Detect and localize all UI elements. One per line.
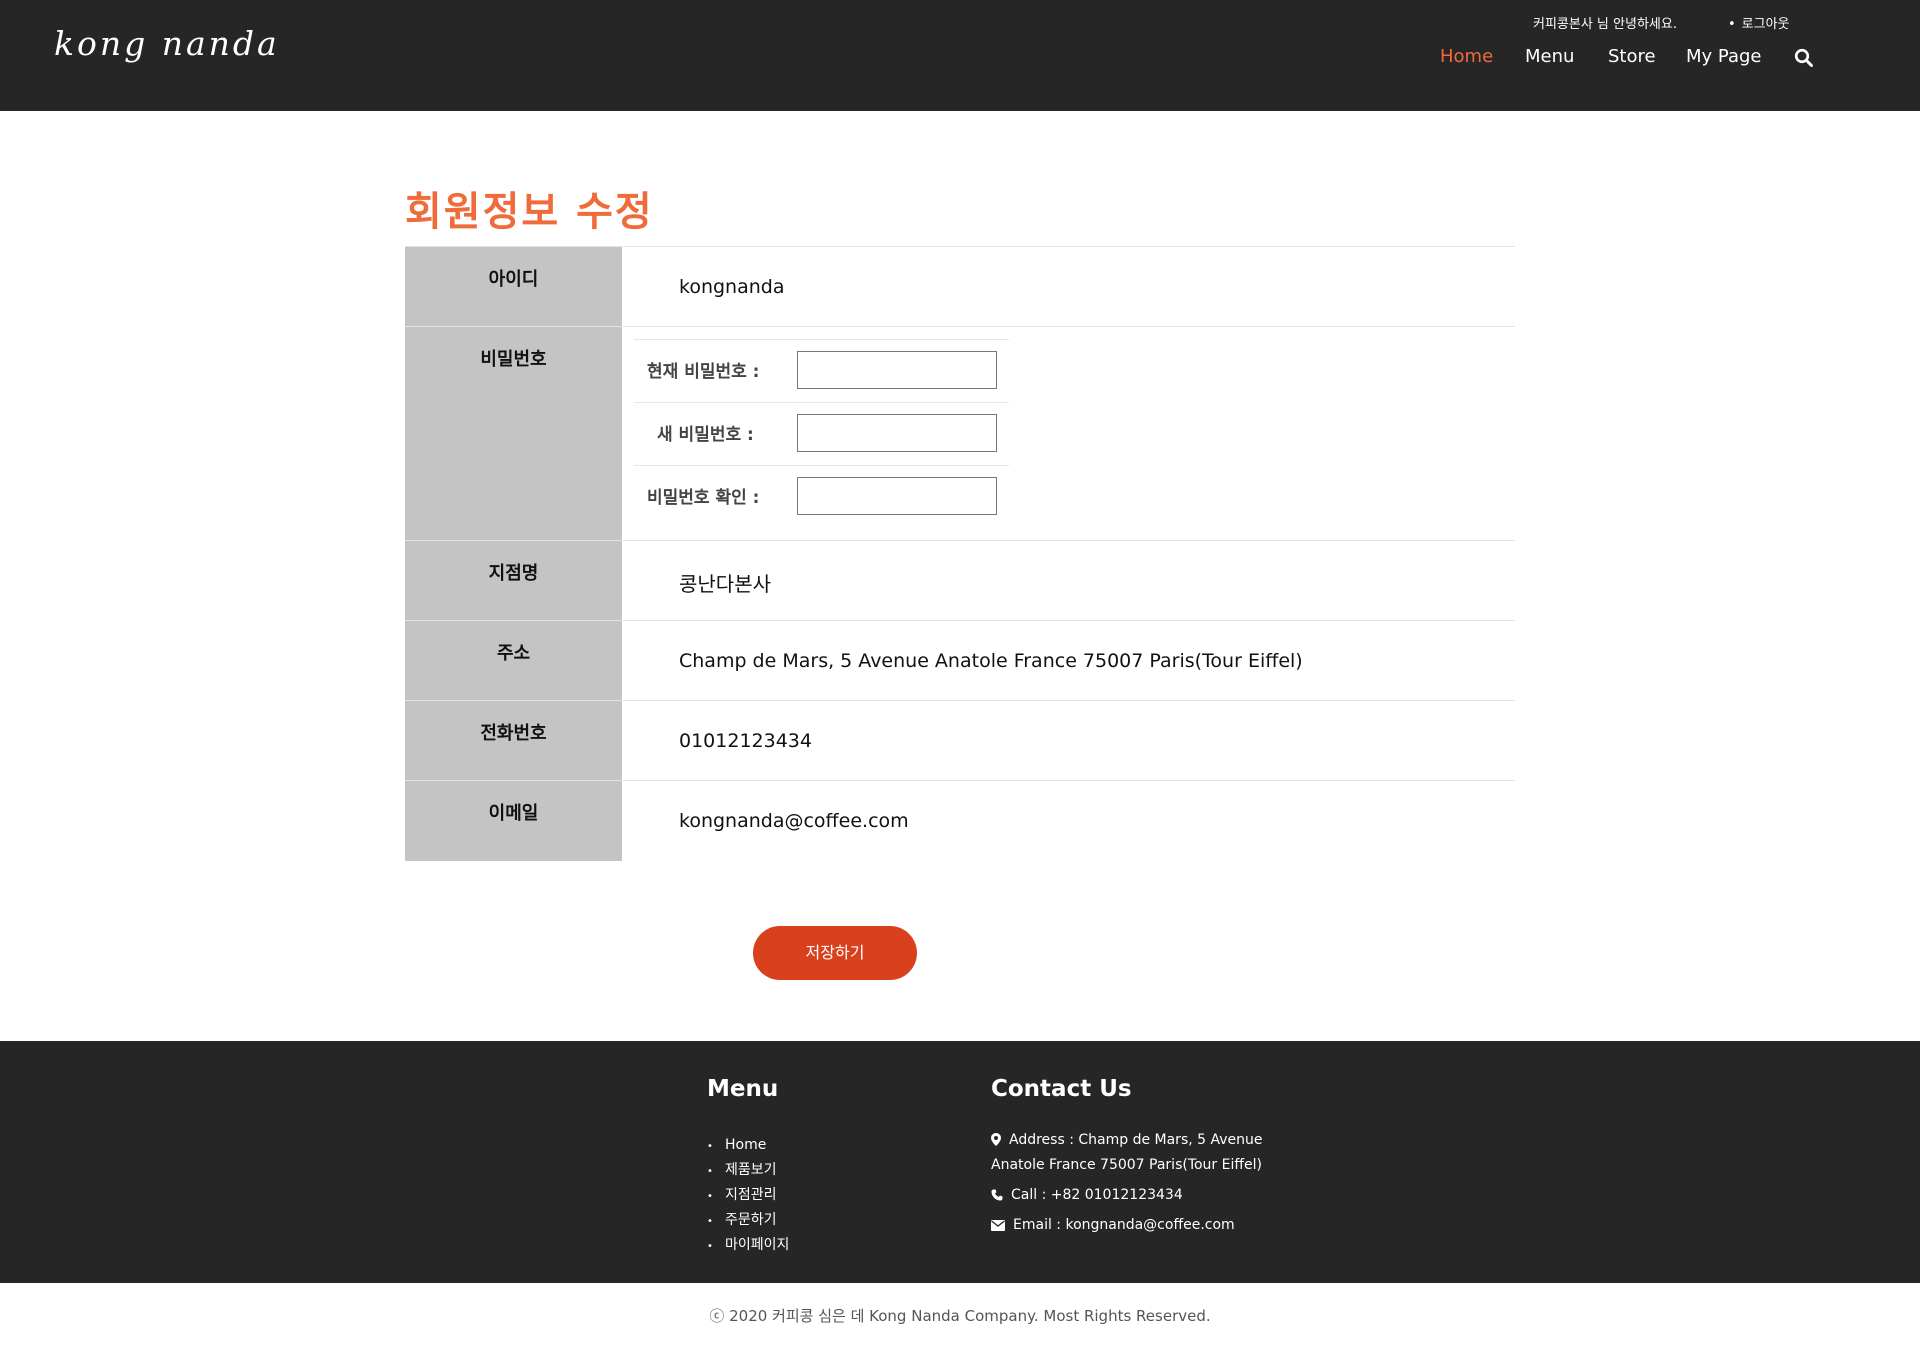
- bullet-icon: •: [1728, 17, 1736, 32]
- table-row-address: 주소 Champ de Mars, 5 Avenue Anatole Franc…: [405, 621, 1515, 701]
- bullet-icon: •: [707, 1141, 713, 1152]
- current-password-label: 현재 비밀번호 :: [647, 362, 760, 382]
- table-row-branch: 지점명 콩난다본사: [405, 541, 1515, 621]
- nav-my-page[interactable]: My Page: [1686, 46, 1761, 67]
- phone-icon: [991, 1189, 1003, 1201]
- footer-menu-item-branches[interactable]: • 지점관리: [707, 1183, 789, 1208]
- new-password-row: 새 비밀번호 :: [634, 402, 1009, 465]
- footer-email: Email : kongnanda@coffee.com: [991, 1213, 1235, 1238]
- branch-label: 지점명: [405, 541, 622, 620]
- address-value: Champ de Mars, 5 Avenue Anatole France 7…: [679, 650, 1303, 672]
- member-info-table: 아이디 kongnanda 비밀번호 현재 비밀번호 : 새 비밀번호 : 비밀…: [405, 246, 1515, 861]
- bullet-icon: •: [707, 1216, 713, 1227]
- footer-address-line2: Anatole France 75007 Paris(Tour Eiffel): [991, 1157, 1262, 1173]
- confirm-password-label: 비밀번호 확인 :: [647, 488, 760, 508]
- id-label: 아이디: [405, 247, 622, 326]
- footer-menu-label: Home: [725, 1137, 767, 1153]
- table-row-phone: 전화번호 01012123434: [405, 701, 1515, 781]
- user-greeting: 커피콩본사 님 안녕하세요.: [1533, 17, 1677, 32]
- password-cell: 현재 비밀번호 : 새 비밀번호 : 비밀번호 확인 :: [622, 327, 1515, 540]
- footer-call: Call : +82 01012123434: [991, 1183, 1183, 1208]
- password-fields: 현재 비밀번호 : 새 비밀번호 : 비밀번호 확인 :: [634, 339, 1009, 528]
- phone-cell: 01012123434: [622, 701, 1515, 780]
- new-password-input[interactable]: [797, 414, 997, 452]
- map-marker-icon: [991, 1133, 1001, 1146]
- logout-label: 로그아웃: [1741, 17, 1790, 32]
- footer-menu-item-home[interactable]: • Home: [707, 1133, 789, 1158]
- footer-menu-item-order[interactable]: • 주문하기: [707, 1208, 789, 1233]
- save-button[interactable]: 저장하기: [753, 926, 917, 980]
- address-cell: Champ de Mars, 5 Avenue Anatole France 7…: [622, 621, 1515, 700]
- footer-email-text: Email : kongnanda@coffee.com: [1013, 1217, 1235, 1233]
- footer-address-line1: Address : Champ de Mars, 5 Avenue: [1009, 1132, 1263, 1148]
- search-icon[interactable]: [1794, 48, 1814, 68]
- phone-value: 01012123434: [679, 730, 812, 752]
- new-password-label: 새 비밀번호 :: [657, 425, 754, 445]
- bullet-icon: •: [707, 1241, 713, 1252]
- nav-home[interactable]: Home: [1440, 46, 1493, 67]
- footer-menu-label: 제품보기: [725, 1162, 777, 1178]
- footer-menu-list: • Home • 제품보기 • 지점관리 • 주문하기 • 마이페이지: [707, 1133, 789, 1258]
- footer-menu-label: 지점관리: [725, 1187, 777, 1203]
- branch-cell: 콩난다본사: [622, 541, 1515, 620]
- copyright: ⓒ 2020 커피콩 심은 데 Kong Nanda Company. Most…: [709, 1307, 1211, 1325]
- logo-text: kong nanda: [54, 24, 280, 63]
- footer-menu-item-products[interactable]: • 제품보기: [707, 1158, 789, 1183]
- logout-link[interactable]: • 로그아웃: [1728, 13, 1790, 32]
- footer-menu-label: 마이페이지: [725, 1237, 790, 1253]
- footer-menu-heading: Menu: [707, 1076, 779, 1102]
- footer-contact-heading: Contact Us: [991, 1076, 1132, 1102]
- password-label: 비밀번호: [405, 327, 622, 540]
- id-cell: kongnanda: [622, 247, 1515, 326]
- bullet-icon: •: [707, 1166, 713, 1177]
- address-label: 주소: [405, 621, 622, 700]
- nav-menu[interactable]: Menu: [1525, 46, 1574, 67]
- table-row-email: 이메일 kongnanda@coffee.com: [405, 781, 1515, 861]
- phone-label: 전화번호: [405, 701, 622, 780]
- envelope-icon: [991, 1220, 1005, 1231]
- branch-value: 콩난다본사: [679, 572, 771, 596]
- email-cell: kongnanda@coffee.com: [622, 781, 1515, 861]
- bullet-icon: •: [707, 1191, 713, 1202]
- logo[interactable]: kong nanda: [54, 20, 277, 90]
- table-row-password: 비밀번호 현재 비밀번호 : 새 비밀번호 : 비밀번호 확인 :: [405, 327, 1515, 541]
- id-value: kongnanda: [679, 276, 785, 298]
- nav-store[interactable]: Store: [1608, 46, 1656, 67]
- footer-menu-label: 주문하기: [725, 1212, 777, 1228]
- site-header: kong nanda 커피콩본사 님 안녕하세요. • 로그아웃 Home Men…: [0, 0, 1920, 111]
- site-footer: Menu • Home • 제품보기 • 지점관리 • 주문하기 • 마이페이지 Cont…: [0, 1041, 1920, 1283]
- footer-address: Address : Champ de Mars, 5 Avenue Anatol…: [991, 1128, 1263, 1178]
- confirm-password-input[interactable]: [797, 477, 997, 515]
- footer-call-text: Call : +82 01012123434: [1011, 1187, 1183, 1203]
- confirm-password-row: 비밀번호 확인 :: [634, 465, 1009, 528]
- page-title: 회원정보 수정: [405, 189, 654, 235]
- current-password-row: 현재 비밀번호 :: [634, 339, 1009, 402]
- table-row-id: 아이디 kongnanda: [405, 247, 1515, 327]
- email-value: kongnanda@coffee.com: [679, 810, 909, 832]
- current-password-input[interactable]: [797, 351, 997, 389]
- footer-menu-item-mypage[interactable]: • 마이페이지: [707, 1233, 789, 1258]
- email-label: 이메일: [405, 781, 622, 861]
